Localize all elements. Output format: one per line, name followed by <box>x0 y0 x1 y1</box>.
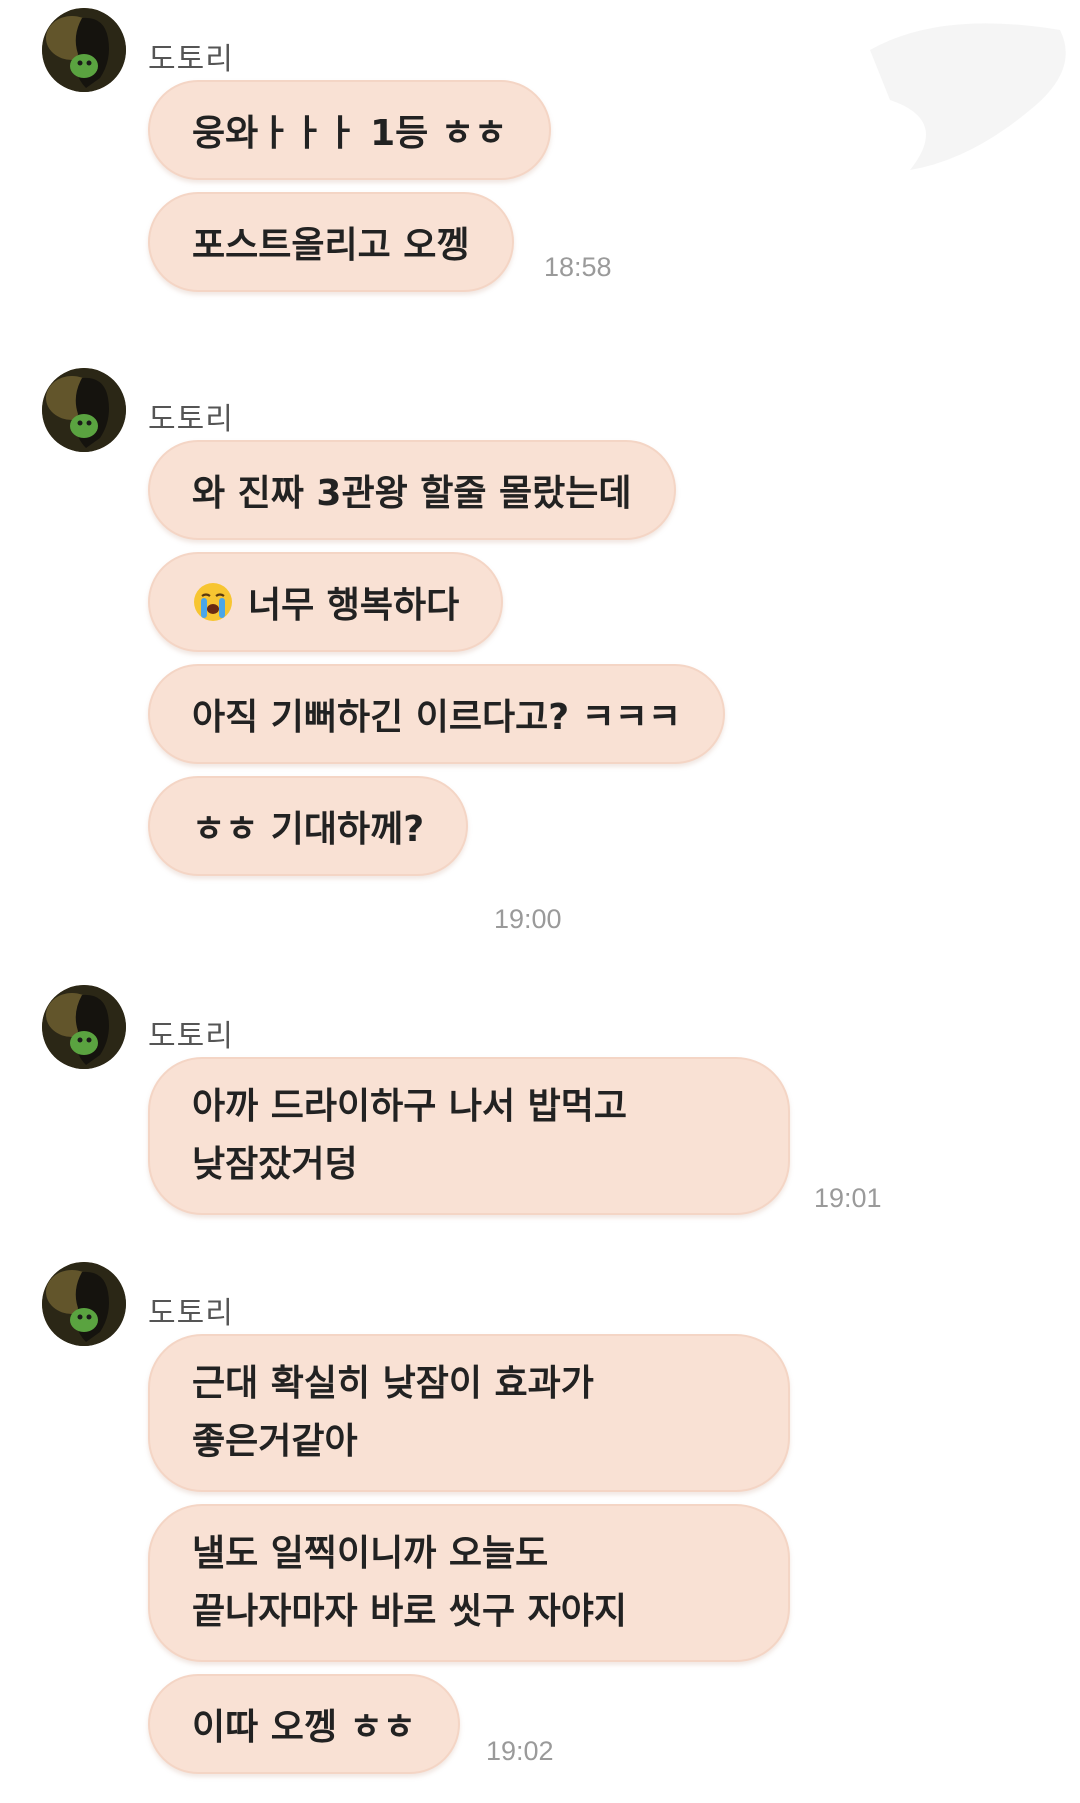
message-bubble[interactable]: 아까 드라이하구 나서 밥먹고 낮잠잤거덩 <box>148 1057 790 1215</box>
message-line: 좋은거같아 <box>192 1421 358 1462</box>
message-bubble[interactable]: 너무 행복하다 <box>148 552 504 652</box>
message-bubble[interactable]: 낼도 일찍이니까 오늘도 끝나자마자 바로 씻구 자야지 <box>148 1504 790 1662</box>
avatar[interactable] <box>42 985 126 1069</box>
message-bubble[interactable]: 근대 확실히 낮잠이 효과가 좋은거같아 <box>148 1334 790 1492</box>
watermark-smudge <box>870 23 1066 171</box>
avatar[interactable] <box>42 8 126 92</box>
message-text: 이따 오껭 ㅎㅎ <box>192 1707 416 1748</box>
sender-name: 도토리 <box>148 1019 234 1054</box>
timestamp: 18:58 <box>544 252 612 282</box>
avatar-icon <box>42 8 126 92</box>
message-line: 낼도 일찍이니까 오늘도 <box>192 1533 549 1574</box>
crying-face-emoji-icon <box>194 583 232 621</box>
sender-name: 도토리 <box>148 42 234 77</box>
message-line: 낮잠잤거덩 <box>192 1144 358 1185</box>
avatar-icon <box>42 985 126 1069</box>
message-text: 웅와ㅏㅏㅏ 1등 ㅎㅎ <box>192 113 508 154</box>
message-bubble[interactable]: 포스트올리고 오껭 <box>148 192 514 292</box>
timestamp: 19:00 <box>494 904 562 934</box>
message-text: ㅎㅎ 기대하께? <box>192 809 425 850</box>
message-text: 아직 기뻐하긴 이르다고? ㅋㅋㅋ <box>192 697 682 738</box>
message-text: 너무 행복하다 <box>248 585 460 626</box>
avatar[interactable] <box>42 1262 126 1346</box>
message-line: 아까 드라이하구 나서 밥먹고 <box>192 1086 628 1127</box>
message-bubble[interactable]: 와 진짜 3관왕 할줄 몰랐는데 <box>148 440 676 540</box>
chat-screen: 도토리 웅와ㅏㅏㅏ 1등 ㅎㅎ 포스트올리고 오껭 18:58 도토리 와 진짜… <box>0 0 1080 1803</box>
message-text: 포스트올리고 오껭 <box>192 225 470 266</box>
message-bubble[interactable]: ㅎㅎ 기대하께? <box>148 776 469 876</box>
timestamp: 19:01 <box>814 1183 882 1213</box>
avatar-icon <box>42 1262 126 1346</box>
message-text: 와 진짜 3관왕 할줄 몰랐는데 <box>192 473 632 514</box>
message-line: 끝나자마자 바로 씻구 자야지 <box>192 1591 628 1632</box>
message-bubble[interactable]: 웅와ㅏㅏㅏ 1등 ㅎㅎ <box>148 80 552 180</box>
message-line: 근대 확실히 낮잠이 효과가 <box>192 1363 594 1404</box>
timestamp: 19:02 <box>486 1736 554 1766</box>
avatar-icon <box>42 368 126 452</box>
message-bubble[interactable]: 이따 오껭 ㅎㅎ <box>148 1674 460 1774</box>
message-bubble[interactable]: 아직 기뻐하긴 이르다고? ㅋㅋㅋ <box>148 664 726 764</box>
sender-name: 도토리 <box>148 1296 234 1331</box>
sender-name: 도토리 <box>148 402 234 437</box>
avatar[interactable] <box>42 368 126 452</box>
